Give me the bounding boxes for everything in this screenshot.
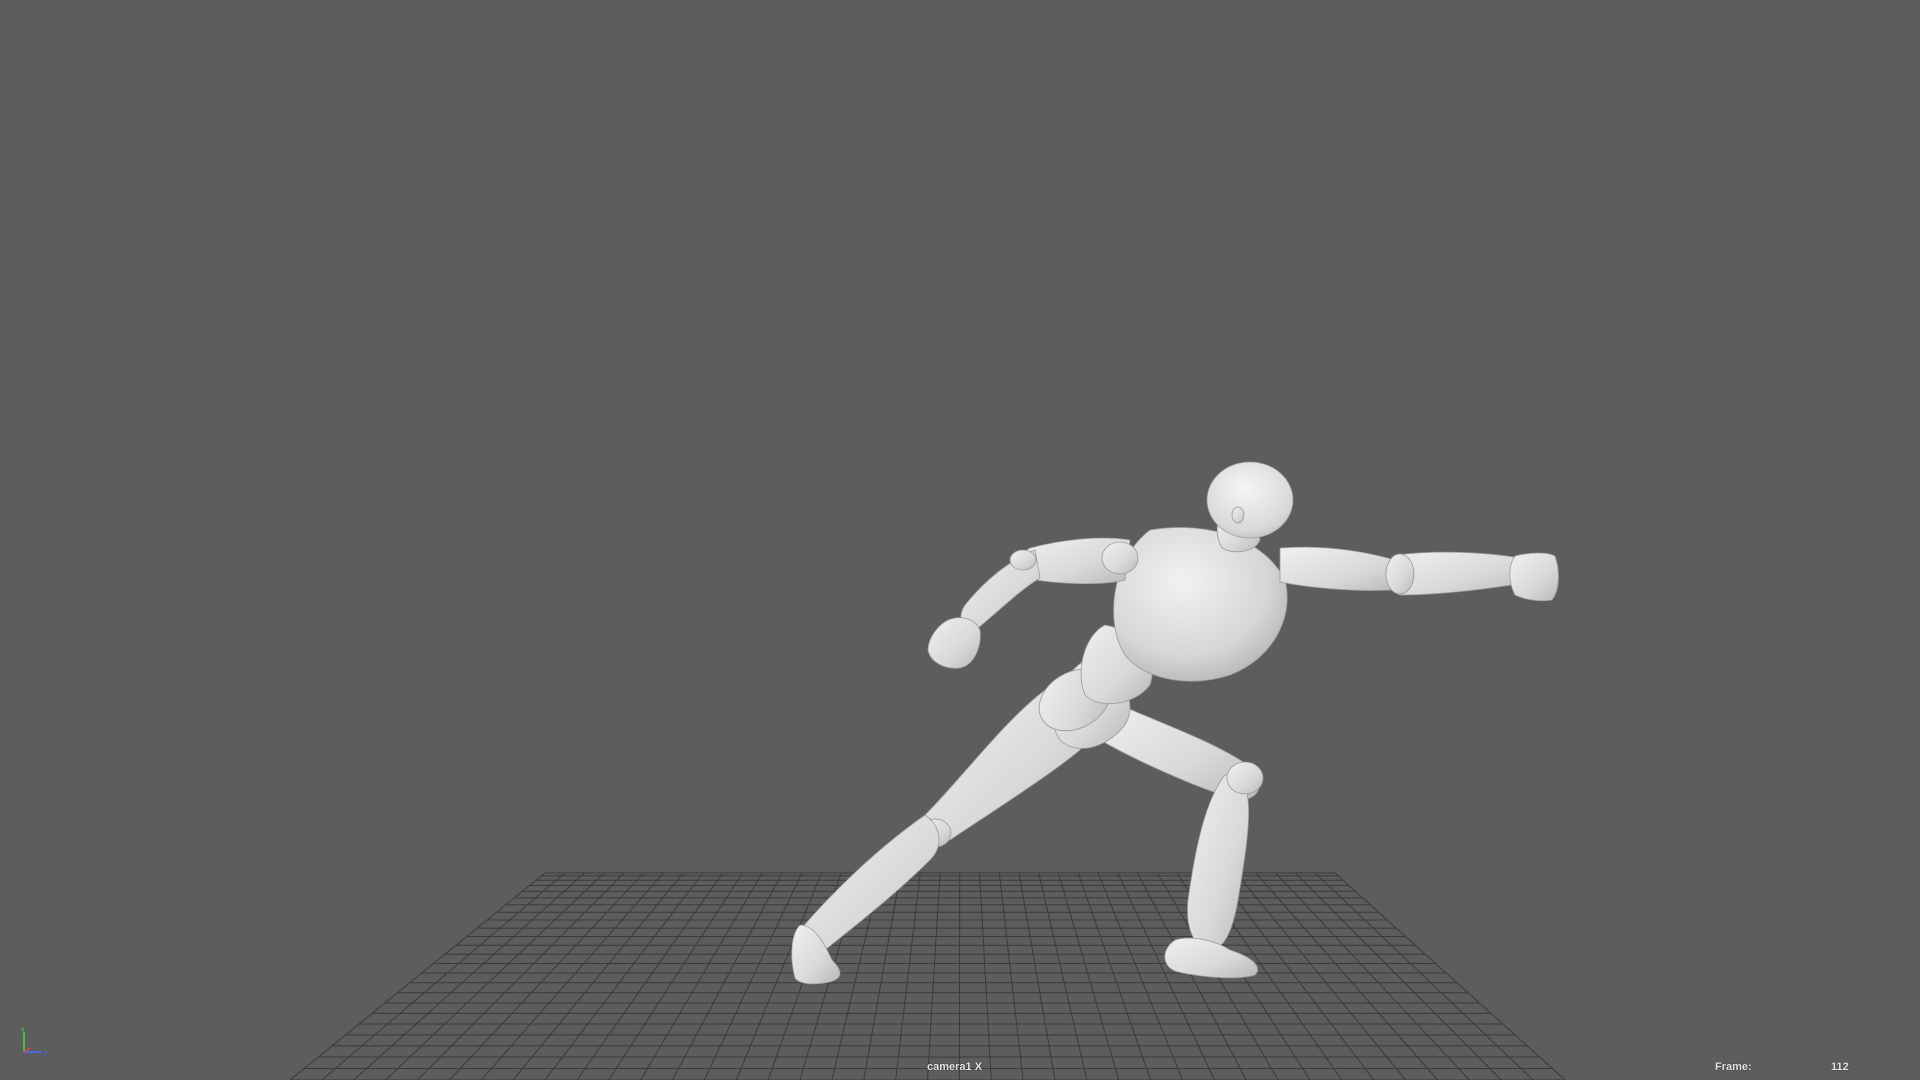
3d-viewport[interactable]: y z camera1 X Frame: 112: [0, 0, 1920, 1080]
grid-line: [321, 872, 566, 1080]
grid-line: [449, 872, 645, 1080]
grid-line: [1275, 872, 1470, 1080]
right-elbow[interactable]: [1385, 553, 1415, 595]
torso[interactable]: [1113, 527, 1288, 682]
grid-line: [1038, 872, 1088, 1080]
frame-label: Frame:: [1715, 1061, 1752, 1073]
back-shin[interactable]: [1187, 774, 1250, 951]
grid-line: [672, 872, 783, 1080]
character-model[interactable]: [791, 461, 1559, 985]
grid-line: [979, 872, 992, 1080]
grid-line: [895, 872, 921, 1080]
grid-line: [353, 872, 585, 1080]
grid-line: [289, 872, 546, 1080]
back-foot[interactable]: [1164, 937, 1258, 979]
grid-line: [1235, 872, 1407, 1080]
grid-line: [417, 872, 625, 1080]
ear: [1231, 506, 1245, 524]
z-axis-label: z: [44, 1050, 48, 1057]
grid-line: [480, 872, 664, 1080]
grid-line: [608, 872, 743, 1080]
grid-line: [544, 872, 704, 1080]
left-shoulder[interactable]: [1101, 541, 1139, 575]
axis-gizmo: y z: [21, 1026, 48, 1057]
right-fist[interactable]: [1509, 552, 1559, 602]
grid-line: [1314, 872, 1534, 1080]
front-shin[interactable]: [798, 814, 940, 952]
head[interactable]: [1206, 461, 1294, 539]
grid-line: [703, 872, 803, 1080]
grid-line: [1295, 872, 1502, 1080]
grid-line: [998, 872, 1024, 1080]
y-axis-label: y: [21, 1026, 25, 1033]
grid-line: [1018, 872, 1056, 1080]
camera-name-label: camera1 X: [927, 1061, 983, 1073]
grid-line: [1334, 872, 1566, 1080]
grid-line: [385, 872, 605, 1080]
frame-value: 112: [1831, 1061, 1849, 1073]
grid-line: [1255, 872, 1438, 1080]
viewport-scene[interactable]: [0, 0, 1920, 1080]
left-hand[interactable]: [927, 617, 981, 669]
left-elbow[interactable]: [1009, 549, 1037, 571]
grid-line: [927, 872, 941, 1080]
ground-grid: [289, 872, 1566, 1080]
back-knee[interactable]: [1226, 761, 1264, 795]
